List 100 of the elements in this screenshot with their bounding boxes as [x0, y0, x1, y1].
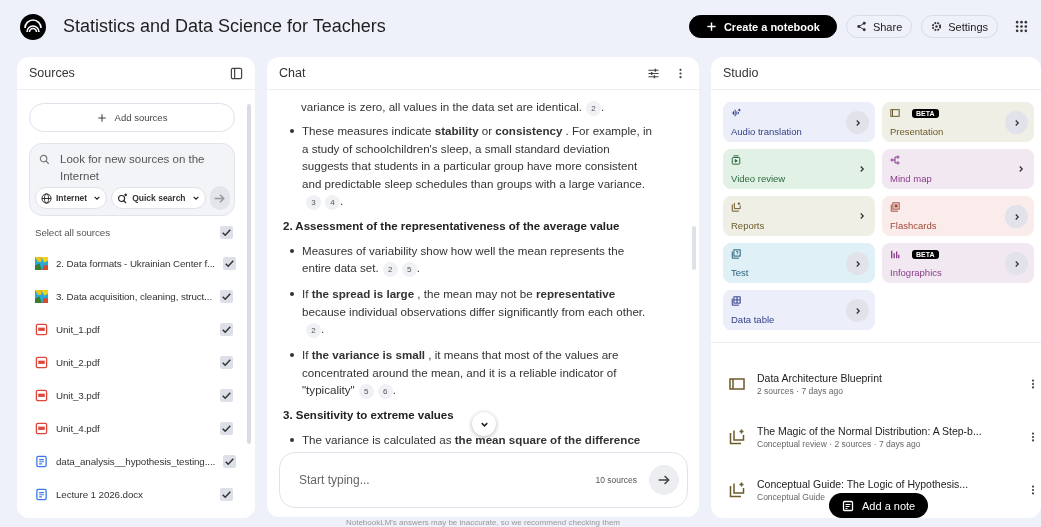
settings-button[interactable]: Settings	[921, 15, 998, 38]
quick-search-dropdown[interactable]: Quick search	[111, 187, 206, 209]
checkbox[interactable]	[220, 225, 233, 239]
submit-search-button[interactable]	[209, 186, 230, 210]
source-name[interactable]: Unit_4.pdf	[56, 423, 212, 434]
sources-count: 10 sources	[595, 475, 637, 485]
send-button[interactable]	[649, 465, 679, 495]
citation-chip[interactable]: 5	[401, 262, 417, 277]
checkbox[interactable]	[220, 422, 233, 435]
studio-tile[interactable]: Data table	[723, 290, 875, 330]
create-notebook-button[interactable]: Create a notebook	[688, 15, 837, 38]
slides-icon	[729, 375, 745, 392]
settings-icon	[931, 21, 943, 32]
citation-chip[interactable]: 6	[377, 384, 393, 399]
section-heading: 2. Assessment of the representativeness of the average value	[283, 219, 620, 234]
checkbox[interactable]	[220, 356, 233, 369]
search-field[interactable]: Look for new sources on the Internet Internet Quick search	[29, 143, 235, 216]
sparkle-wave-icon	[731, 108, 741, 118]
note-meta: Conceptual review · 2 sources · 7 days ago	[757, 438, 921, 449]
plus-icon	[96, 112, 107, 123]
studio-tile[interactable]: Flashcards	[882, 196, 1034, 236]
document-file-icon	[35, 488, 48, 501]
more-options-icon[interactable]	[1031, 430, 1035, 443]
globe-icon	[41, 192, 52, 204]
citation-chip[interactable]: 5	[358, 384, 374, 399]
note-title[interactable]: Conceptual Guide: The Logic of Hypothesis...	[757, 477, 969, 490]
panel-toggle-icon[interactable]	[230, 66, 243, 80]
studio-tile[interactable]: Mind map	[882, 149, 1034, 189]
answer-paragraph: Measures of variability show how well the mean represents the entire data set. 2 5 .	[302, 241, 655, 277]
cards-icon	[890, 202, 900, 212]
mind-map-icon	[890, 155, 900, 165]
source-name[interactable]: Unit_1.pdf	[56, 324, 212, 335]
search-icon	[39, 154, 50, 165]
studio-tile[interactable]: Test	[723, 243, 875, 283]
internet-dropdown[interactable]: Internet	[35, 187, 108, 209]
scrollbar[interactable]	[247, 104, 251, 444]
share-icon	[855, 21, 867, 32]
checkbox[interactable]	[223, 455, 237, 468]
section-heading: 3. Sensitivity to extreme values	[283, 408, 454, 423]
apps-grid-icon[interactable]	[1015, 20, 1028, 33]
checkbox[interactable]	[220, 290, 234, 303]
source-name[interactable]: Unit_2.pdf	[56, 357, 212, 368]
citation-chip[interactable]: 4	[325, 195, 340, 210]
answer-paragraph: These measures indicate stability or consistency . For example, in a study of schoolchildren's sleep, a small standard deviation suggests that students in a particular group have more consistent and predictable sleep schedules than groups with a large variance. 3 4 .	[302, 122, 655, 210]
note-meta: Conceptual Guide	[757, 491, 826, 502]
panel-title: Sources	[29, 66, 75, 80]
chat-input-box[interactable]: Start typing... 10 sources	[279, 452, 688, 508]
source-name[interactable]: 2. Data formats - Ukrainian Center f...	[56, 258, 215, 269]
studio-tile[interactable]: Reports	[723, 196, 875, 236]
tune-icon[interactable]	[647, 66, 660, 80]
search-input[interactable]: Look for new sources on the Internet	[60, 151, 230, 185]
checkbox[interactable]	[220, 389, 233, 402]
checkbox[interactable]	[220, 323, 233, 336]
more-options-icon[interactable]	[1031, 483, 1035, 496]
studio-tile[interactable]: Audio translation	[723, 102, 875, 142]
select-all-label: Select all sources	[35, 226, 111, 238]
citation-chip[interactable]: 2	[306, 323, 321, 338]
pdf-file-icon	[35, 356, 48, 369]
note-meta: 2 sources · 7 days ago	[757, 385, 843, 396]
note-icon	[842, 499, 854, 512]
report-icon	[729, 481, 745, 498]
answer-paragraph: The variance is calculated as the mean square of the difference	[302, 431, 641, 447]
checkbox[interactable]	[220, 488, 233, 501]
note-title[interactable]: Data Architecture Blueprint	[757, 371, 882, 384]
citation-chip[interactable]: 3	[306, 195, 321, 210]
image-thumbnail-icon	[35, 257, 48, 270]
answer-paragraph: variance is zero, all values in the data set are identical. 2 .	[301, 98, 605, 116]
plus-icon	[705, 21, 717, 32]
notebook-title: Statistics and Data Science for Teachers	[63, 16, 387, 37]
citation-chip[interactable]: 2	[382, 262, 398, 277]
checkbox[interactable]	[222, 257, 236, 270]
arrow-right-icon	[213, 191, 227, 205]
share-button[interactable]: Share	[845, 15, 913, 38]
source-name[interactable]: Unit_3.pdf	[56, 390, 212, 401]
document-file-icon	[35, 455, 48, 468]
bullet-icon	[290, 353, 294, 357]
add-note-button[interactable]: Add a note	[829, 493, 929, 518]
source-name[interactable]: 3. Data acquisition, cleaning, struct...	[56, 291, 213, 302]
studio-tile[interactable]: Video review	[723, 149, 875, 189]
report-icon	[731, 202, 741, 212]
video-icon	[731, 155, 741, 165]
logo-icon	[20, 13, 46, 40]
bullet-icon	[290, 248, 294, 253]
bullet-icon	[290, 292, 294, 296]
citation-chip[interactable]: 2	[586, 101, 601, 116]
answer-paragraph: If the variance is small , it means that most of the values are concentrated around the mean, and it is a reliable indicator of "typicality" 5 6 .	[302, 346, 655, 399]
scroll-down-button[interactable]	[472, 412, 496, 436]
sparkle-search-icon	[117, 192, 129, 204]
scrollbar[interactable]	[692, 226, 696, 270]
bar-chart-icon	[890, 249, 900, 259]
disclaimer-text: NotebookLM's answers may be inaccurate, so we recommend checking them	[345, 518, 621, 527]
arrow-right-icon	[657, 473, 671, 487]
panel-title: Chat	[279, 66, 306, 80]
bullet-icon	[290, 129, 294, 133]
note-title[interactable]: The Magic of the Normal Distribution: A Step-b...	[757, 424, 982, 437]
add-sources-button[interactable]: Add sources	[29, 103, 235, 132]
pdf-file-icon	[35, 422, 48, 435]
source-name[interactable]: Lecture 1 2026.docx	[56, 489, 212, 500]
more-options-icon[interactable]	[1031, 377, 1035, 390]
source-name[interactable]: data_analysis__hypothesis_testing....	[56, 456, 216, 467]
